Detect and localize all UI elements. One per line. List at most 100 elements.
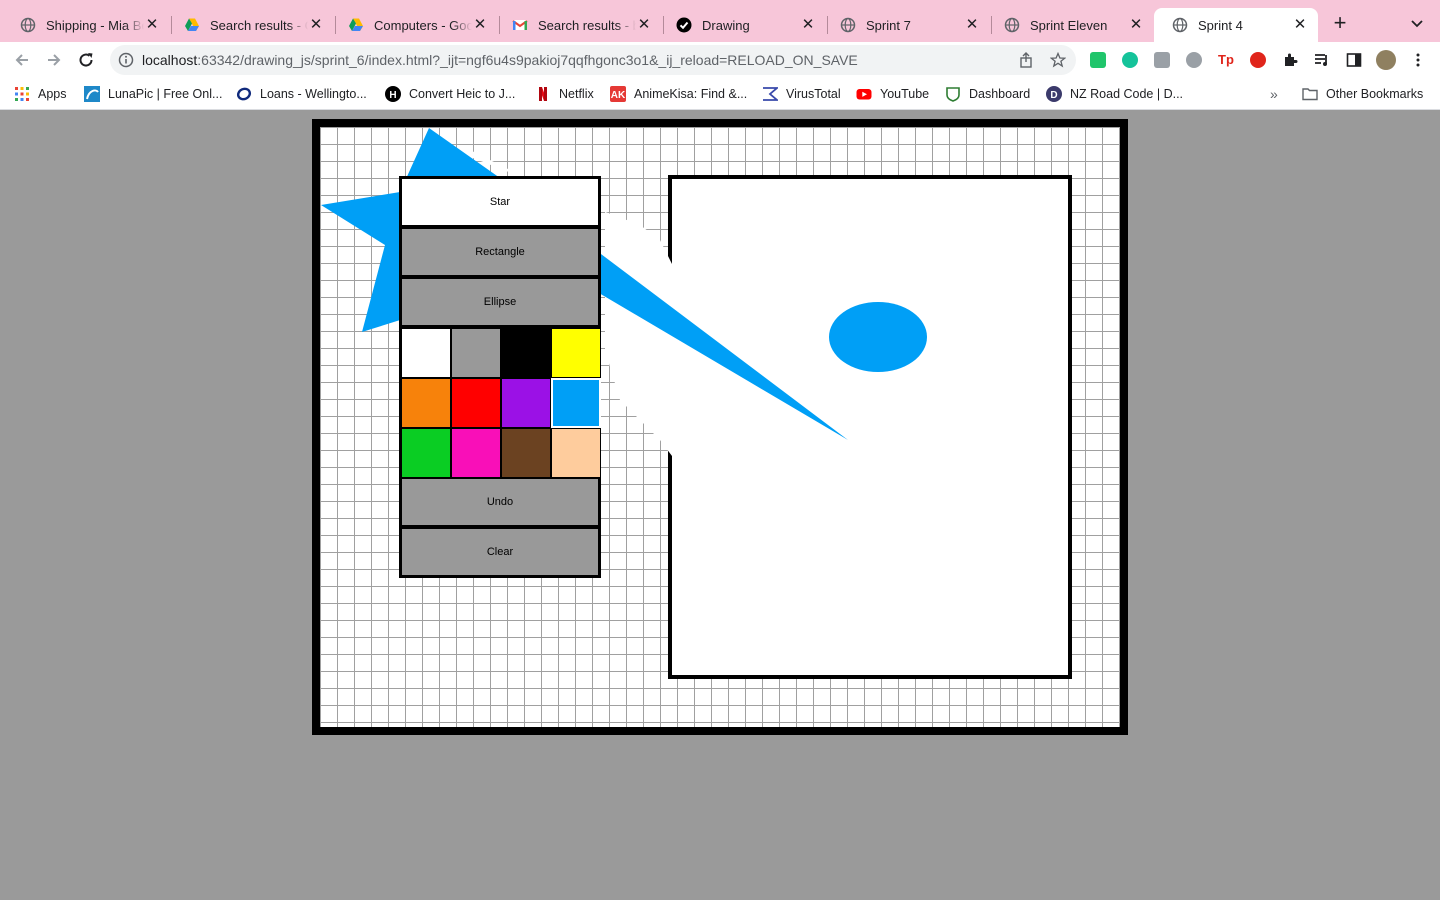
close-icon[interactable]: ✕ — [308, 17, 324, 33]
tab-search-results-drive[interactable]: Search results - G ✕ — [166, 8, 334, 42]
road-code-icon: D — [1046, 86, 1062, 102]
virustotal-icon — [763, 87, 778, 101]
bookmark-label: AnimeKisa: Find &... — [634, 87, 748, 101]
grammar-check-extension-icon[interactable] — [1122, 52, 1138, 68]
swatch-yellow[interactable] — [551, 328, 601, 378]
bookmark-animekisa[interactable]: AK AnimeKisa: Find &... — [610, 84, 747, 104]
tab-computers-drive[interactable]: Computers - Goo ✕ — [330, 8, 498, 42]
bookmarks-bar: Apps LunaPic | Free Onl... Loans - Welli… — [0, 78, 1440, 110]
bookmark-label: Netflix — [559, 87, 594, 101]
tab-title: Sprint 7 — [866, 17, 911, 33]
swatch-peach[interactable] — [551, 428, 601, 478]
gmail-icon — [512, 20, 528, 30]
tab-title: Sprint Eleven — [1030, 17, 1108, 33]
k-extension-icon[interactable] — [1154, 52, 1170, 68]
share-icon[interactable] — [1018, 52, 1034, 68]
reload-button[interactable] — [75, 49, 97, 71]
opera-extension-icon[interactable] — [1250, 52, 1266, 68]
chevron-down-icon[interactable] — [1408, 14, 1426, 32]
bookmark-nz-road-code[interactable]: D NZ Road Code | D... — [1046, 84, 1183, 104]
google-drive-icon — [349, 18, 363, 31]
tab-title: Search results - G — [210, 17, 308, 33]
globe-icon — [20, 17, 36, 33]
rectangle-button[interactable]: Rectangle — [401, 228, 599, 276]
tab-strip: Shipping - Mia Be ✕ Search results - G ✕… — [0, 0, 1440, 42]
youtube-icon — [856, 89, 872, 100]
tp-extension-icon[interactable]: Tp — [1218, 52, 1234, 68]
bookmark-virustotal[interactable]: VirusTotal — [762, 84, 841, 104]
svg-text:H: H — [389, 90, 396, 101]
tool-panel: Star Rectangle Ellipse Undo Clear — [399, 176, 601, 578]
swatch-gray[interactable] — [451, 328, 501, 378]
close-icon[interactable]: ✕ — [144, 17, 160, 33]
swatch-brown[interactable] — [501, 428, 551, 478]
google-drive-icon — [185, 18, 199, 31]
close-icon[interactable]: ✕ — [636, 17, 652, 33]
tab-sprint-4[interactable]: Sprint 4 ✕ — [1154, 8, 1318, 42]
netflix-icon — [539, 87, 547, 101]
url-text[interactable]: localhost:63342/drawing_js/sprint_6/inde… — [142, 52, 858, 68]
swatch-red[interactable] — [451, 378, 501, 428]
swatch-black[interactable] — [501, 328, 551, 378]
media-control-icon[interactable] — [1314, 52, 1330, 68]
bookmark-netflix[interactable]: Netflix — [535, 84, 594, 104]
tab-title: Computers - Goo — [374, 17, 472, 33]
swatch-purple[interactable] — [501, 378, 551, 428]
animekisa-icon: AK — [610, 86, 626, 102]
loans-icon — [236, 87, 252, 101]
tab-shipping[interactable]: Shipping - Mia Be ✕ — [2, 8, 170, 42]
bookmark-lunapic[interactable]: LunaPic | Free Onl... — [84, 84, 222, 104]
info-icon[interactable] — [118, 52, 134, 68]
forward-button[interactable] — [43, 49, 65, 71]
close-icon[interactable]: ✕ — [472, 17, 488, 33]
other-bookmarks-folder[interactable]: Other Bookmarks — [1302, 84, 1423, 104]
more-menu-icon[interactable] — [1410, 52, 1426, 68]
ellipse-button[interactable]: Ellipse — [401, 278, 599, 326]
clear-button[interactable]: Clear — [401, 528, 599, 576]
tab-drawing[interactable]: Drawing ✕ — [658, 8, 826, 42]
bookmark-label: Convert Heic to J... — [409, 87, 516, 101]
tab-sprint-7[interactable]: Sprint 7 ✕ — [822, 8, 990, 42]
bookmark-loans[interactable]: Loans - Wellingto... — [236, 84, 367, 104]
url-path: :63342/drawing_js/sprint_6/index.html?_i… — [197, 52, 858, 68]
globe-icon — [840, 17, 856, 33]
speech-bubble-extension-icon[interactable] — [1186, 52, 1202, 68]
bookmark-label: YouTube — [880, 87, 930, 101]
swatch-blue[interactable] — [551, 378, 601, 428]
swatch-white[interactable] — [401, 328, 451, 378]
bookmark-label: Dashboard — [969, 87, 1031, 101]
lunapic-icon — [84, 86, 100, 102]
close-icon[interactable]: ✕ — [964, 17, 980, 33]
bookmark-heic[interactable]: H Convert Heic to J... — [385, 84, 515, 104]
bookmarks-overflow-chevron-icon[interactable]: » — [1270, 84, 1278, 104]
close-icon[interactable]: ✕ — [1128, 17, 1144, 33]
swatch-orange[interactable] — [401, 378, 451, 428]
close-icon[interactable]: ✕ — [1292, 17, 1308, 33]
bookmark-label: NZ Road Code | D... — [1070, 87, 1184, 101]
url-host: localhost — [142, 52, 198, 68]
swatch-pink[interactable] — [451, 428, 501, 478]
undo-button[interactable]: Undo — [401, 478, 599, 526]
new-tab-button[interactable]: + — [1330, 12, 1350, 35]
globe-icon — [1004, 17, 1020, 33]
address-bar[interactable]: localhost:63342/drawing_js/sprint_6/inde… — [110, 45, 1076, 75]
bookmark-apps[interactable]: Apps — [14, 84, 67, 104]
puzzle-icon[interactable] — [1282, 52, 1298, 68]
star-button[interactable]: Star — [401, 178, 599, 226]
bookmark-youtube[interactable]: YouTube — [856, 84, 929, 104]
bookmark-star-icon[interactable] — [1050, 52, 1066, 68]
bookmark-label: Apps — [38, 87, 67, 101]
tab-gmail-search[interactable]: Search results - b ✕ — [494, 8, 662, 42]
close-icon[interactable]: ✕ — [800, 17, 816, 33]
avatar[interactable] — [1376, 50, 1396, 70]
heic-icon: H — [385, 86, 401, 102]
browser-toolbar: localhost:63342/drawing_js/sprint_6/inde… — [0, 42, 1440, 78]
tab-title: Shipping - Mia Be — [46, 17, 144, 33]
grammarly-extension-icon[interactable] — [1090, 52, 1106, 68]
bookmark-dashboard[interactable]: Dashboard — [945, 84, 1030, 104]
back-button[interactable] — [11, 49, 33, 71]
swatch-green[interactable] — [401, 428, 451, 478]
drawing-canvas[interactable] — [668, 175, 1072, 679]
tab-sprint-eleven[interactable]: Sprint Eleven ✕ — [986, 8, 1154, 42]
side-panel-icon[interactable] — [1346, 52, 1362, 68]
